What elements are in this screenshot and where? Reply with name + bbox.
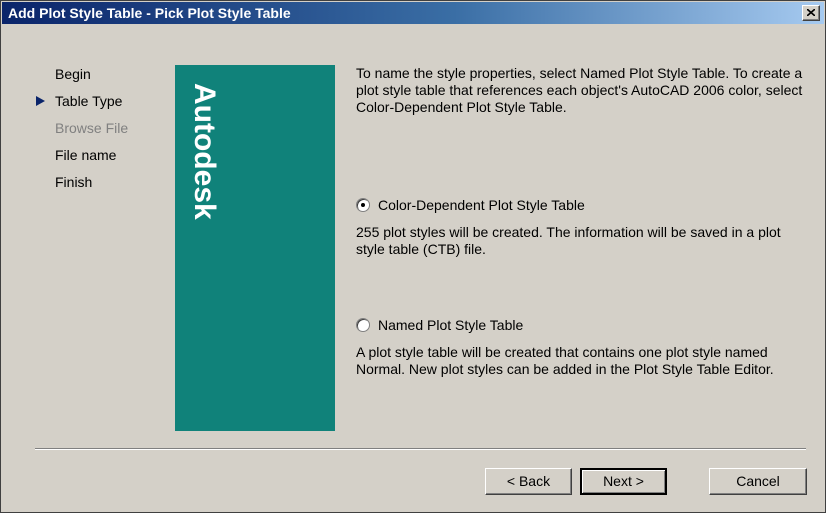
footer-divider (35, 448, 806, 450)
title-bar[interactable]: Add Plot Style Table - Pick Plot Style T… (2, 2, 824, 24)
step-begin: Begin (36, 65, 166, 92)
step-label: Finish (55, 174, 93, 190)
radio-color-dependent[interactable]: Color-Dependent Plot Style Table (356, 195, 806, 215)
cancel-button[interactable]: Cancel (709, 468, 807, 495)
step-file-name: File name (36, 146, 166, 173)
option-description: 255 plot styles will be created. The inf… (356, 224, 781, 257)
option-color-dependent: Color-Dependent Plot Style Table 255 plo… (356, 195, 806, 258)
step-browse-file: Browse File (36, 119, 166, 146)
brand-panel: Autodesk (175, 65, 335, 431)
step-label: File name (55, 147, 117, 163)
step-table-type: Table Type (36, 92, 166, 119)
option-named: Named Plot Style Table A plot style tabl… (356, 315, 806, 378)
radio-checked-icon (356, 198, 370, 212)
step-finish: Finish (36, 173, 166, 200)
step-label: Table Type (55, 93, 123, 109)
step-label: Browse File (55, 120, 129, 136)
current-step-arrow-icon (36, 96, 45, 106)
intro-text: To name the style properties, select Nam… (356, 65, 803, 115)
window-title: Add Plot Style Table - Pick Plot Style T… (8, 5, 291, 21)
option-description: A plot style table will be created that … (356, 344, 774, 377)
wizard-steps: Begin Table Type Browse File File name F… (36, 65, 166, 200)
next-button[interactable]: Next > (580, 468, 667, 495)
close-button[interactable] (802, 5, 820, 21)
back-button[interactable]: < Back (485, 468, 572, 495)
autodesk-logo: Autodesk (188, 83, 221, 220)
option-label: Named Plot Style Table (378, 317, 524, 333)
option-label: Color-Dependent Plot Style Table (378, 197, 585, 213)
radio-named[interactable]: Named Plot Style Table (356, 315, 806, 335)
close-x-icon (807, 9, 815, 16)
step-label: Begin (55, 66, 91, 82)
dialog-window: Add Plot Style Table - Pick Plot Style T… (0, 0, 826, 513)
radio-unchecked-icon (356, 318, 370, 332)
